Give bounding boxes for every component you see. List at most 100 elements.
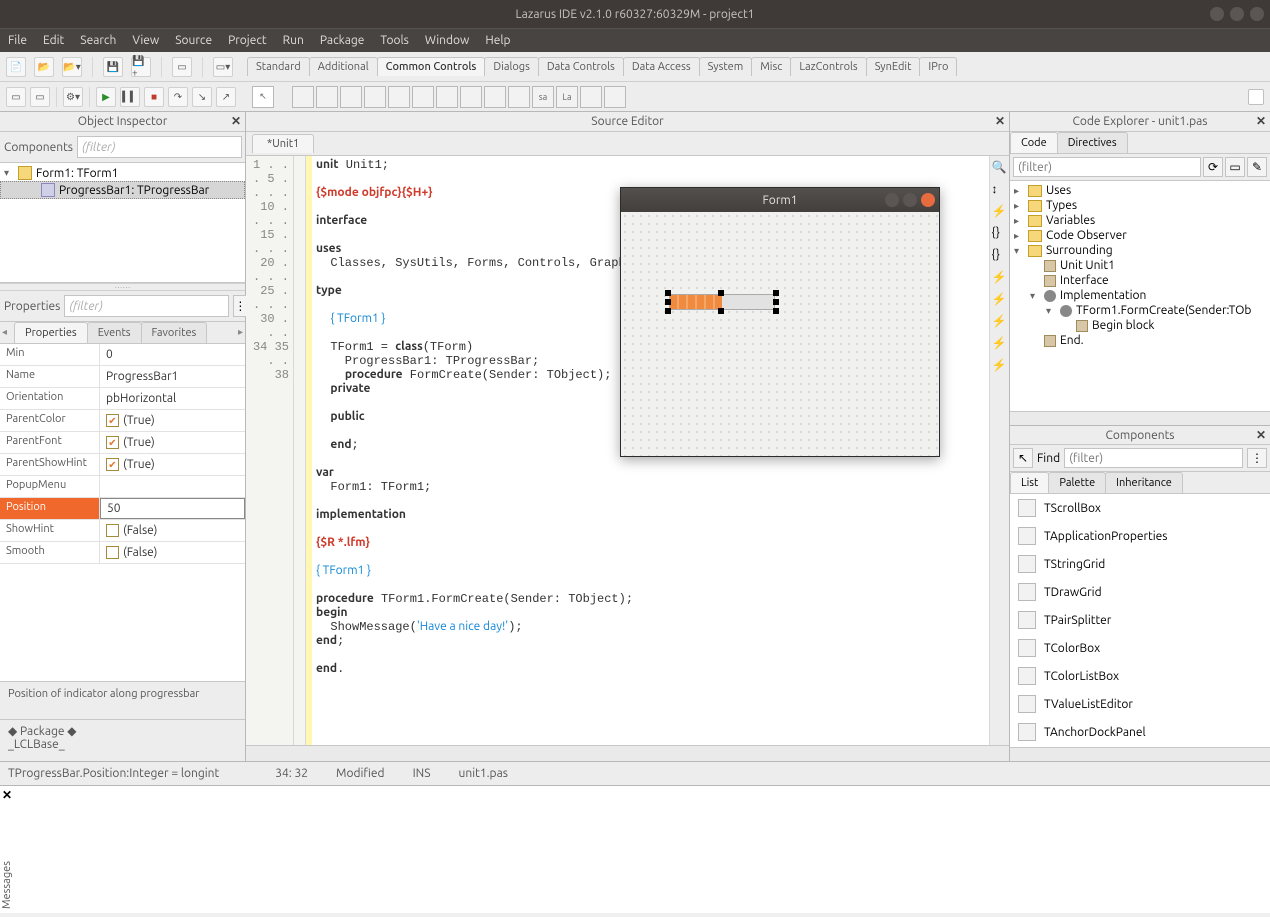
pause-button[interactable]: ▍▍ [120,87,140,107]
tab-scroll-left-icon[interactable]: ◂ [2,326,7,338]
form-designer-window[interactable]: Form1 [620,187,940,457]
selection-handle[interactable] [773,308,779,314]
settings-button[interactable]: ⚙▾ [63,87,83,107]
chevron-icon[interactable]: ▾ [1030,290,1040,302]
open-button[interactable]: 📂 [34,57,54,77]
property-value[interactable] [100,476,245,497]
menu-tools[interactable]: Tools [380,34,409,47]
save-all-button[interactable]: 💾+ [131,57,151,77]
checkbox-icon[interactable] [106,524,119,537]
menu-package[interactable]: Package [320,34,365,47]
editor-tab-unit1[interactable]: *Unit1 [252,134,314,153]
property-row[interactable]: ShowHint(False) [0,520,245,542]
property-value[interactable]: pbHorizontal [100,388,245,409]
property-row[interactable]: Min0 [0,344,245,366]
close-source-editor-button[interactable]: ✕ [995,114,1005,128]
form-maximize-icon[interactable] [903,193,917,207]
component-list-item[interactable]: TApplicationProperties [1010,522,1270,550]
palette-item[interactable] [364,86,386,108]
tree-item[interactable]: Begin block [1010,318,1270,333]
find-options-button[interactable]: ⋮ [1247,448,1267,468]
tab-favorites[interactable]: Favorites [141,322,208,343]
step-over-button[interactable]: ↷ [168,87,188,107]
braces-icon[interactable]: {} [992,226,1008,242]
palette-item[interactable] [484,86,506,108]
checkbox-icon[interactable]: ✔ [106,436,119,449]
bolt-icon[interactable]: ⚡ [992,270,1008,286]
tab-standard[interactable]: Standard [247,57,310,76]
menu-window[interactable]: Window [425,34,469,47]
menu-project[interactable]: Project [228,34,267,47]
menu-file[interactable]: File [8,34,27,47]
refresh-button[interactable]: ⟳ [1203,157,1223,177]
selection-tool-icon[interactable]: ↖ [252,86,274,108]
bolt-icon[interactable]: ⚡ [992,358,1008,374]
menu-edit[interactable]: Edit [43,34,64,47]
menu-view[interactable]: View [132,34,159,47]
chevron-icon[interactable]: ▸ [1014,185,1024,197]
selection-tool-button[interactable]: ↖ [1013,448,1033,468]
options-button[interactable]: ▭ [1225,157,1245,177]
tree-item[interactable]: ▸Uses [1010,183,1270,198]
tree-item[interactable]: Unit Unit1 [1010,258,1270,273]
property-row[interactable]: ParentShowHint✔(True) [0,454,245,476]
form-design-canvas[interactable] [621,212,939,456]
code-explorer-filter-input[interactable] [1013,157,1201,177]
property-row[interactable]: Smooth(False) [0,542,245,564]
tab-misc[interactable]: Misc [751,57,791,76]
tab-additional[interactable]: Additional [309,57,378,76]
property-value[interactable]: 0 [100,344,245,365]
close-icon[interactable] [1250,7,1264,21]
checkbox-icon[interactable]: ✔ [106,414,119,427]
palette-item[interactable]: sa [532,86,554,108]
new-unit-button[interactable]: 📄 [6,57,26,77]
close-messages-button[interactable]: ✕ [2,788,12,802]
bolt-icon[interactable]: ⚡ [992,204,1008,220]
open-recent-button[interactable]: 📂▾ [62,57,82,77]
property-row[interactable]: PopupMenu [0,476,245,498]
form-minimize-icon[interactable] [885,193,899,207]
tab-scroll-right-icon[interactable]: ▸ [238,326,243,338]
step-out-button[interactable]: ↗ [216,87,236,107]
bolt-icon[interactable]: ⚡ [992,336,1008,352]
minimize-icon[interactable] [1210,7,1224,21]
properties-filter-input[interactable] [64,295,229,317]
menu-help[interactable]: Help [485,34,510,47]
component-list-item[interactable]: TAnchorDockPanel [1010,718,1270,746]
tab-dialogs[interactable]: Dialogs [484,57,539,76]
property-value[interactable]: ProgressBar1 [100,366,245,387]
property-value[interactable]: (False) [100,542,245,563]
palette-item[interactable] [580,86,602,108]
palette-item[interactable] [292,86,314,108]
component-list-item[interactable]: TPairSplitter [1010,606,1270,634]
palette-item[interactable] [412,86,434,108]
property-value[interactable]: 50 [100,498,245,519]
tab-lazcontrols[interactable]: LazControls [790,57,866,76]
tree-item[interactable]: Interface [1010,273,1270,288]
tab-properties[interactable]: Properties [14,322,88,343]
chevron-down-icon[interactable]: ▾ [4,167,14,179]
braces-icon[interactable]: {} [992,248,1008,264]
selection-handle[interactable] [665,290,671,296]
view-forms-button[interactable]: ▭ [30,87,50,107]
property-row[interactable]: ParentColor✔(True) [0,410,245,432]
bolt-icon[interactable]: ⚡ [992,314,1008,330]
tree-item[interactable]: ▾TForm1.FormCreate(Sender:TOb [1010,303,1270,318]
close-code-explorer-button[interactable]: ✕ [1256,114,1266,128]
tree-item[interactable]: ▾Implementation [1010,288,1270,303]
stop-button[interactable]: ■ [144,87,164,107]
palette-item[interactable] [436,86,458,108]
palette-item[interactable] [316,86,338,108]
fold-gutter[interactable] [294,156,306,745]
components-find-input[interactable] [1064,448,1243,468]
tree-item-label[interactable]: ProgressBar1: TProgressBar [59,184,209,197]
splitter[interactable]: ⋯⋯ [0,283,245,291]
palette-item[interactable] [508,86,530,108]
search-icon[interactable]: 🔍 [992,160,1008,176]
tab-list[interactable]: List [1010,472,1049,493]
tab-synedit[interactable]: SynEdit [866,57,921,76]
menu-run[interactable]: Run [283,34,304,47]
tab-directives[interactable]: Directives [1057,132,1128,153]
form-close-icon[interactable] [921,193,935,207]
bolt-icon[interactable]: ⚡ [992,292,1008,308]
